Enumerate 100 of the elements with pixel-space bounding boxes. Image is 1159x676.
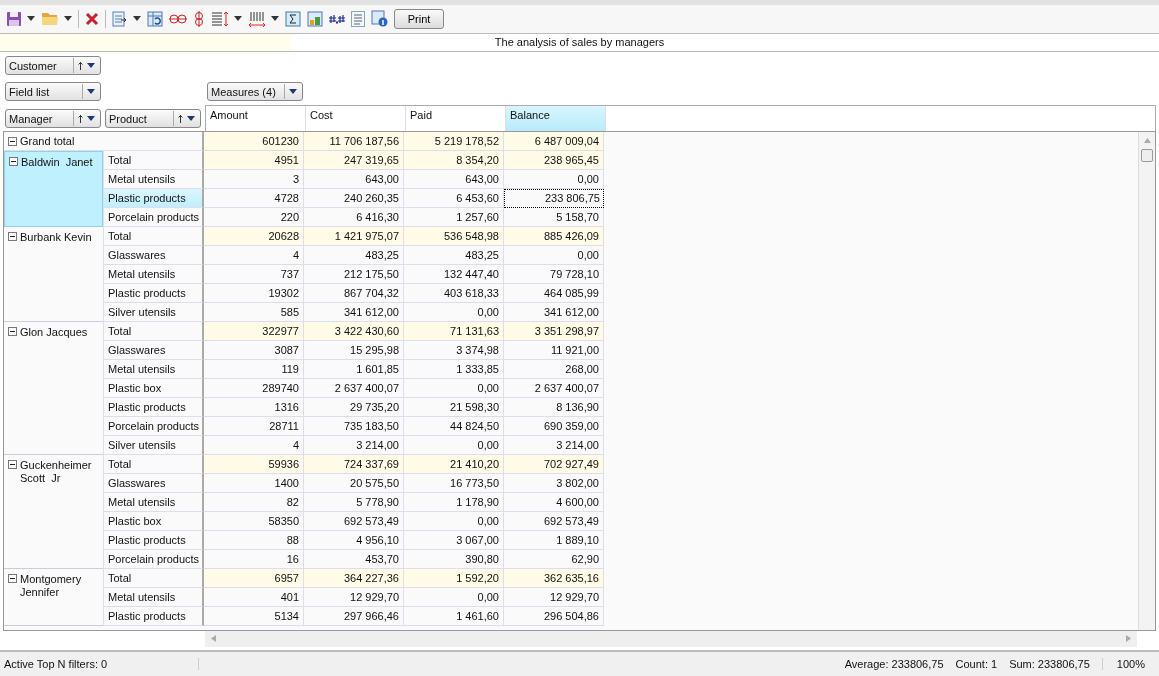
- collapse-icon[interactable]: [8, 327, 17, 337]
- value-cell: 737: [204, 265, 304, 285]
- value-cell: 11 921,00: [504, 341, 604, 361]
- grid-refresh-icon[interactable]: [147, 10, 163, 27]
- value-cell: 71 131,63: [404, 322, 504, 342]
- value-cell: 401: [204, 588, 304, 608]
- product-cell[interactable]: Metal utensils: [103, 493, 204, 513]
- value-cell: 3 374,98: [404, 341, 504, 361]
- product-cell[interactable]: Metal utensils: [103, 265, 204, 285]
- product-cell[interactable]: Plastic products: [103, 398, 204, 418]
- row-header-label: Grand total: [20, 135, 75, 148]
- product-cell[interactable]: Plastic products: [103, 189, 204, 209]
- collapse-icon[interactable]: [8, 232, 17, 242]
- value-cell: 0,00: [404, 512, 504, 532]
- product-cell[interactable]: Glasswares: [103, 246, 204, 266]
- manager-name: Montgomery Jennifer: [20, 573, 83, 600]
- sort-icon: [78, 61, 83, 70]
- product-cell[interactable]: Glasswares: [103, 341, 204, 361]
- report-title: The analysis of sales by managers: [494, 36, 665, 49]
- value-cell: 867 704,32: [304, 284, 404, 304]
- row-field-button[interactable]: Product: [105, 109, 201, 129]
- value-cell: 19302: [204, 284, 304, 304]
- value-cell: 483,25: [404, 246, 504, 266]
- column-header[interactable]: Amount: [206, 106, 306, 132]
- caret-icon[interactable]: [234, 16, 242, 22]
- measures-button[interactable]: Measures (4): [207, 82, 303, 102]
- delete-icon[interactable]: [85, 11, 99, 26]
- caret-icon: [87, 89, 95, 95]
- value-cell: 21 598,30: [404, 398, 504, 418]
- product-cell[interactable]: Total: [103, 227, 204, 247]
- collapse-icon[interactable]: [8, 460, 17, 470]
- caret-icon: [87, 63, 95, 69]
- product-cell[interactable]: Plastic products: [103, 531, 204, 551]
- caret-icon[interactable]: [133, 16, 141, 22]
- grid-info-icon[interactable]: [371, 10, 388, 28]
- page-field-button[interactable]: Customer: [5, 56, 101, 76]
- product-cell[interactable]: Metal utensils: [103, 360, 204, 380]
- product-cell[interactable]: Total: [103, 569, 204, 589]
- row-field-button[interactable]: Manager: [5, 109, 101, 129]
- value-cell: 0,00: [504, 246, 604, 266]
- value-cell: 1316: [204, 398, 304, 418]
- value-cell: 240 260,35: [304, 189, 404, 209]
- manager-cell[interactable]: Baldwin Janet: [4, 151, 103, 228]
- collapse-icon[interactable]: [8, 574, 17, 584]
- status-text: Sum: 233806,75: [1009, 658, 1090, 671]
- value-cell: 690 359,00: [504, 417, 604, 437]
- strikethrough-icon[interactable]: [169, 11, 187, 26]
- column-header[interactable]: Balance: [506, 106, 606, 132]
- column-width-icon[interactable]: [248, 10, 266, 27]
- value-cell: 5 219 178,52: [404, 132, 504, 152]
- product-cell[interactable]: Silver utensils: [103, 436, 204, 456]
- print-button[interactable]: Print: [394, 8, 444, 29]
- value-cell: 297 966,46: [304, 607, 404, 627]
- value-cell: 132 447,40: [404, 265, 504, 285]
- value-cell: 59936: [204, 455, 304, 475]
- product-cell[interactable]: Plastic box: [103, 379, 204, 399]
- product-cell[interactable]: Metal utensils: [103, 588, 204, 608]
- currency-icon[interactable]: [193, 10, 205, 27]
- value-cell: 6 453,60: [404, 189, 504, 209]
- value-cell: 0,00: [504, 170, 604, 190]
- collapse-icon[interactable]: [9, 157, 18, 167]
- value-cell: 0,00: [404, 379, 504, 399]
- value-cell: 1 178,90: [404, 493, 504, 513]
- product-cell[interactable]: Plastic products: [103, 607, 204, 627]
- value-cell: 20 575,50: [304, 474, 404, 494]
- product-cell[interactable]: Glasswares: [103, 474, 204, 494]
- chart-icon[interactable]: [307, 10, 323, 27]
- manager-name: Baldwin Janet: [21, 156, 94, 170]
- product-cell[interactable]: Total: [103, 322, 204, 342]
- totals-icon[interactable]: [285, 10, 301, 27]
- product-cell[interactable]: Total: [103, 151, 204, 171]
- value-cell: 12 929,70: [304, 588, 404, 608]
- product-cell[interactable]: Silver utensils: [103, 303, 204, 323]
- caret-icon[interactable]: [64, 16, 72, 22]
- value-cell: 702 927,49: [504, 455, 604, 475]
- collapse-icon[interactable]: [8, 137, 17, 147]
- save-icon[interactable]: [6, 10, 22, 27]
- scroll-thumb[interactable]: [1141, 149, 1153, 163]
- row-height-icon[interactable]: [211, 10, 229, 27]
- caret-icon[interactable]: [271, 16, 279, 22]
- product-cell[interactable]: Metal utensils: [103, 170, 204, 190]
- caret-icon: [187, 116, 195, 122]
- value-cell: 4951: [204, 151, 304, 171]
- product-cell[interactable]: Porcelain products: [103, 550, 204, 570]
- field-list-button[interactable]: Field list: [5, 82, 101, 102]
- product-cell[interactable]: Total: [103, 455, 204, 475]
- column-header[interactable]: Cost: [306, 106, 406, 132]
- value-cell: 2 637 400,07: [304, 379, 404, 399]
- product-cell[interactable]: Porcelain products: [103, 208, 204, 228]
- product-cell[interactable]: Porcelain products: [103, 417, 204, 437]
- value-cell: 1 421 975,07: [304, 227, 404, 247]
- number-format-icon[interactable]: [329, 13, 345, 24]
- caret-icon[interactable]: [27, 16, 35, 22]
- status-text: Average: 233806,75: [844, 658, 944, 671]
- value-cell: 4 956,10: [304, 531, 404, 551]
- product-cell[interactable]: Plastic products: [103, 284, 204, 304]
- export-icon[interactable]: [112, 10, 128, 27]
- vertical-scrollbar[interactable]: [1138, 132, 1155, 630]
- value-cell: 212 175,50: [304, 265, 404, 285]
- product-cell[interactable]: Plastic box: [103, 512, 204, 532]
